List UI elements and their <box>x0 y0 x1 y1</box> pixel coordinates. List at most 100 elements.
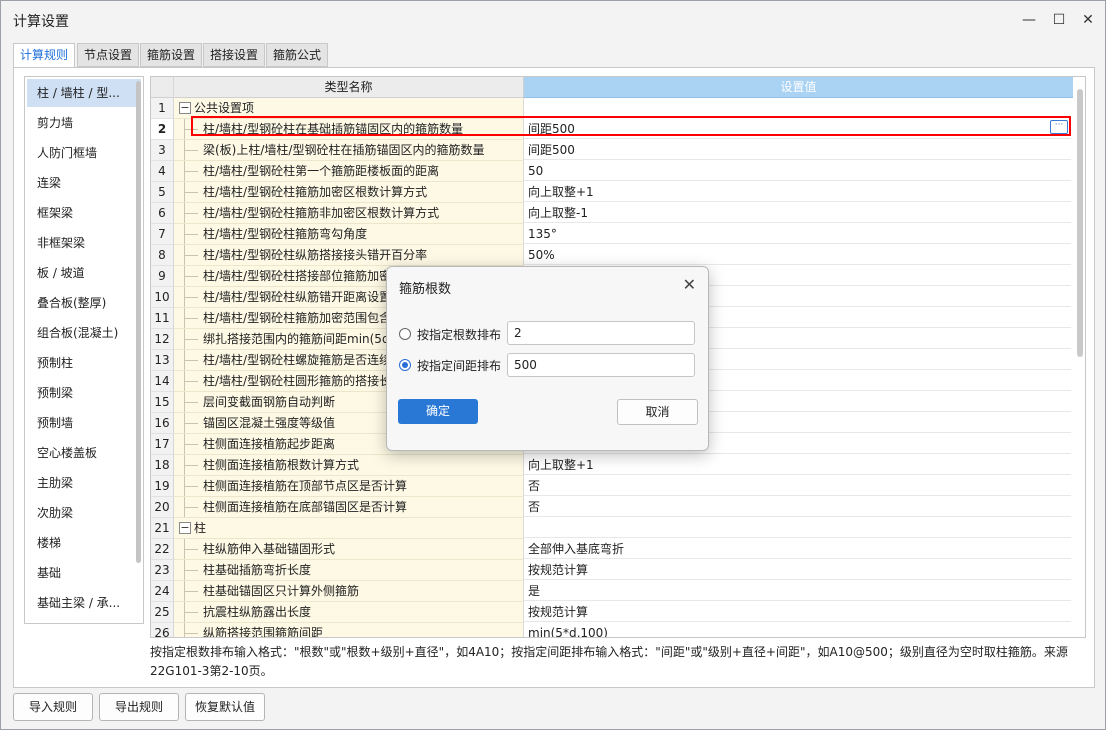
restore-defaults-button[interactable]: 恢复默认值 <box>185 693 265 721</box>
table-row[interactable]: 8 柱/墙柱/型钢砼柱纵筋搭接接头错开百分率 50% <box>151 245 1071 266</box>
table-row[interactable]: 21− 柱 <box>151 518 1071 539</box>
radio-by-count[interactable] <box>399 328 411 340</box>
sidebar-item[interactable]: 人防门框墙 <box>27 139 141 167</box>
type-name-cell[interactable]: 柱/墙柱/型钢砼柱箍筋非加密区根数计算方式 <box>174 203 524 224</box>
type-name-cell[interactable]: 纵筋搭接范围箍筋间距 <box>174 623 524 638</box>
table-row[interactable]: 23 柱基础插筋弯折长度 按规范计算 <box>151 560 1071 581</box>
spacing-input[interactable]: 500 <box>507 353 695 377</box>
sidebar-item[interactable]: 非框架梁 <box>27 229 141 257</box>
dialog-close-icon[interactable]: ✕ <box>683 275 696 294</box>
type-name-cell[interactable]: 柱侧面连接植筋在顶部节点区是否计算 <box>174 476 524 497</box>
tab-lap-settings[interactable]: 搭接设置 <box>203 43 266 67</box>
setting-name: 柱基础锚固区只计算外侧箍筋 <box>203 584 360 598</box>
setting-value-cell[interactable]: 按规范计算 <box>524 602 1071 622</box>
column-header-name[interactable]: 类型名称 <box>174 77 524 98</box>
type-name-cell[interactable]: 柱纵筋伸入基础锚固形式 <box>174 539 524 560</box>
setting-name: 柱/墙柱/型钢砼柱第一个箍筋距楼板面的距离 <box>203 164 440 178</box>
type-name-cell[interactable]: 柱侧面连接植筋在底部锚固区是否计算 <box>174 497 524 518</box>
sidebar-item[interactable]: 预制柱 <box>27 349 141 377</box>
table-row[interactable]: 20 柱侧面连接植筋在底部锚固区是否计算 否 <box>151 497 1071 518</box>
setting-value-cell[interactable]: 50% <box>524 245 1071 265</box>
sidebar-item[interactable]: 框架梁 <box>27 199 141 227</box>
table-row[interactable]: 25 抗震柱纵筋露出长度 按规范计算 <box>151 602 1071 623</box>
table-row[interactable]: 4 柱/墙柱/型钢砼柱第一个箍筋距楼板面的距离 50 <box>151 161 1071 182</box>
table-row[interactable]: 19 柱侧面连接植筋在顶部节点区是否计算 否 <box>151 476 1071 497</box>
sidebar-item[interactable]: 空心楼盖板 <box>27 439 141 467</box>
type-name-cell[interactable]: 柱侧面连接植筋根数计算方式 <box>174 455 524 476</box>
sidebar-item[interactable]: 预制墙 <box>27 409 141 437</box>
close-icon[interactable]: ✕ <box>1075 7 1101 33</box>
setting-value-cell[interactable]: 50 <box>524 161 1071 181</box>
setting-name: 纵筋搭接范围箍筋间距 <box>203 626 324 638</box>
sidebar-item[interactable]: 预制梁 <box>27 379 141 407</box>
import-rules-button[interactable]: 导入规则 <box>13 693 93 721</box>
setting-name: 柱/墙柱/型钢砼柱纵筋错开距离设置 <box>203 290 392 304</box>
sidebar-item[interactable]: 连梁 <box>27 169 141 197</box>
type-name-cell[interactable]: 抗震柱纵筋露出长度 <box>174 602 524 623</box>
sidebar-item[interactable]: 基础次梁 <box>27 619 141 623</box>
tab-calc-rules[interactable]: 计算规则 <box>13 43 76 68</box>
setting-value-cell[interactable]: 向上取整-1 <box>524 203 1071 223</box>
sidebar-item[interactable]: 楼梯 <box>27 529 141 557</box>
edit-value-ellipsis-button[interactable]: ··· <box>1050 120 1068 134</box>
type-name-cell[interactable]: 柱基础插筋弯折长度 <box>174 560 524 581</box>
setting-value-cell[interactable]: min(5*d,100) <box>524 623 1071 637</box>
row-number: 4 <box>151 161 174 182</box>
setting-value-cell[interactable]: 间距500 <box>524 140 1071 160</box>
row-number: 7 <box>151 224 174 245</box>
setting-value-cell[interactable]: 向上取整+1 <box>524 455 1071 475</box>
setting-value-cell[interactable]: 否 <box>524 476 1071 496</box>
sidebar-item[interactable]: 剪力墙 <box>27 109 141 137</box>
sidebar-item[interactable]: 组合板(混凝土) <box>27 319 141 347</box>
sidebar-item[interactable]: 基础主梁 / 承... <box>27 589 141 617</box>
setting-value-cell[interactable]: 135° <box>524 224 1071 244</box>
collapse-toggle-icon[interactable]: − <box>179 522 191 534</box>
setting-value-cell[interactable] <box>524 98 1071 118</box>
sidebar-item[interactable]: 主肋梁 <box>27 469 141 497</box>
count-input[interactable]: 2 <box>507 321 695 345</box>
table-row[interactable]: 18 柱侧面连接植筋根数计算方式 向上取整+1 <box>151 455 1071 476</box>
grid-scrollbar[interactable] <box>1077 89 1083 357</box>
setting-value-cell[interactable] <box>524 518 1071 538</box>
type-name-cell[interactable]: 柱/墙柱/型钢砼柱纵筋搭接接头错开百分率 <box>174 245 524 266</box>
table-row[interactable]: 7 柱/墙柱/型钢砼柱箍筋弯勾角度 135° <box>151 224 1071 245</box>
sidebar-scrollbar[interactable] <box>136 81 141 563</box>
maximize-icon[interactable]: ☐ <box>1046 7 1072 33</box>
table-row[interactable]: 6 柱/墙柱/型钢砼柱箍筋非加密区根数计算方式 向上取整-1 <box>151 203 1071 224</box>
tab-stirrup-formula[interactable]: 箍筋公式 <box>266 43 329 67</box>
type-name-cell[interactable]: 柱基础锚固区只计算外侧箍筋 <box>174 581 524 602</box>
table-row[interactable]: 24 柱基础锚固区只计算外侧箍筋 是 <box>151 581 1071 602</box>
column-header-value[interactable]: 设置值 <box>524 77 1073 98</box>
type-name-cell[interactable]: 柱/墙柱/型钢砼柱箍筋加密区根数计算方式 <box>174 182 524 203</box>
sidebar-item[interactable]: 次肋梁 <box>27 499 141 527</box>
table-row[interactable]: 26 纵筋搭接范围箍筋间距 min(5*d,100) <box>151 623 1071 638</box>
tab-stirrup-settings[interactable]: 箍筋设置 <box>140 43 203 67</box>
setting-value-cell[interactable]: 是 <box>524 581 1071 601</box>
row-number: 9 <box>151 266 174 287</box>
table-row[interactable]: 3 梁(板)上柱/墙柱/型钢砼柱在插筋锚固区内的箍筋数量 间距500 <box>151 140 1071 161</box>
type-name-cell[interactable]: 梁(板)上柱/墙柱/型钢砼柱在插筋锚固区内的箍筋数量 <box>174 140 524 161</box>
sidebar-item[interactable]: 基础 <box>27 559 141 587</box>
export-rules-button[interactable]: 导出规则 <box>99 693 179 721</box>
setting-value-cell[interactable]: 向上取整+1 <box>524 182 1071 202</box>
sidebar-item[interactable]: 柱 / 墙柱 / 型... <box>27 79 141 107</box>
sidebar-item[interactable]: 叠合板(整厚) <box>27 289 141 317</box>
sidebar-item[interactable]: 板 / 坡道 <box>27 259 141 287</box>
setting-value-cell[interactable]: 否 <box>524 497 1071 517</box>
cancel-button[interactable]: 取消 <box>617 399 698 425</box>
row-number: 2 <box>151 119 174 140</box>
radio-by-spacing[interactable] <box>399 359 411 371</box>
tab-node-settings[interactable]: 节点设置 <box>77 43 140 67</box>
setting-name: 绑扎搭接范围内的箍筋间距min(5d <box>203 332 390 346</box>
table-row[interactable]: 5 柱/墙柱/型钢砼柱箍筋加密区根数计算方式 向上取整+1 <box>151 182 1071 203</box>
setting-value-cell[interactable]: 按规范计算 <box>524 560 1071 580</box>
type-name-cell[interactable]: 柱/墙柱/型钢砼柱箍筋弯勾角度 <box>174 224 524 245</box>
type-name-cell[interactable]: 柱/墙柱/型钢砼柱第一个箍筋距楼板面的距离 <box>174 161 524 182</box>
tree-guide-line <box>184 623 185 637</box>
setting-value-cell[interactable]: 全部伸入基底弯折 <box>524 539 1071 559</box>
table-row[interactable]: 22 柱纵筋伸入基础锚固形式 全部伸入基底弯折 <box>151 539 1071 560</box>
minimize-icon[interactable]: — <box>1016 7 1042 33</box>
type-name-cell[interactable]: − 柱 <box>174 518 524 539</box>
ok-button[interactable]: 确定 <box>398 399 478 424</box>
collapse-toggle-icon[interactable]: − <box>179 102 191 114</box>
